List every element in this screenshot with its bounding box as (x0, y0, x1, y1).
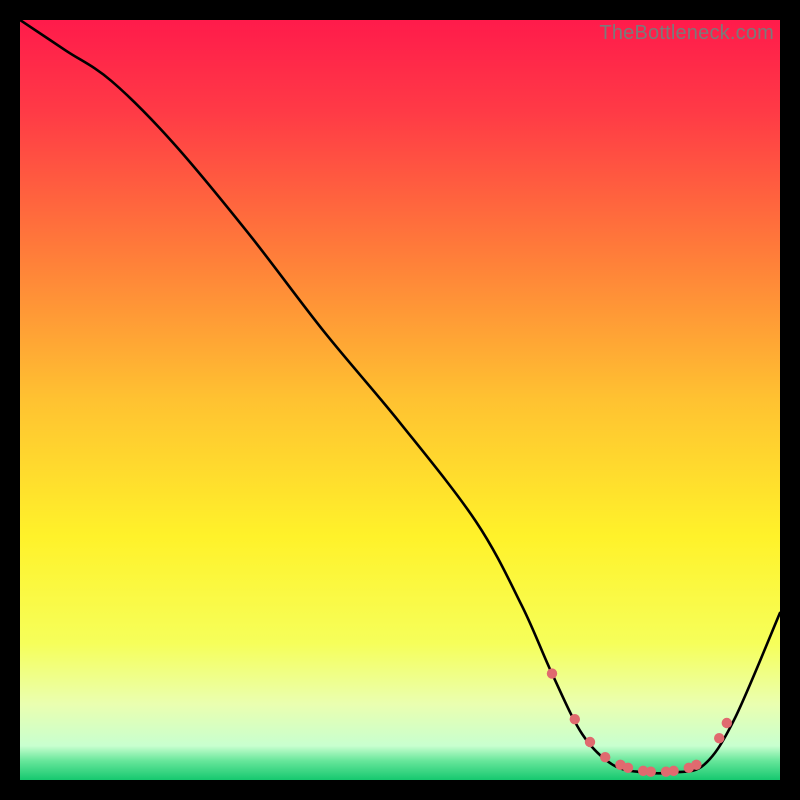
watermark-text: TheBottleneck.com (599, 22, 774, 45)
highlight-dot (600, 752, 610, 762)
highlight-dot (547, 668, 557, 678)
highlight-dot (646, 766, 656, 776)
highlight-dot (714, 733, 724, 743)
highlight-dot (691, 760, 701, 770)
highlight-dot (668, 766, 678, 776)
highlight-dot (722, 718, 732, 728)
gradient-background (20, 20, 780, 780)
highlight-dot (585, 737, 595, 747)
chart-frame: TheBottleneck.com (20, 20, 780, 780)
chart-svg (20, 20, 780, 780)
highlight-dot (623, 763, 633, 773)
highlight-dot (570, 714, 580, 724)
